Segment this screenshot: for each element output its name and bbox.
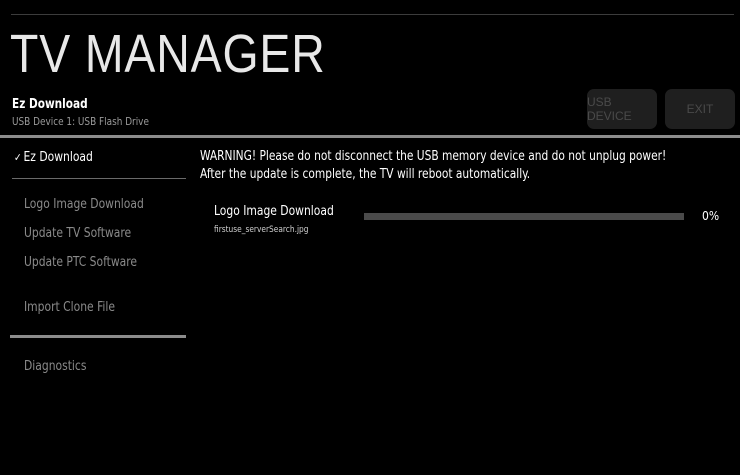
exit-button[interactable]: EXIT <box>665 89 735 129</box>
menu-divider <box>12 178 186 179</box>
menu-item-update-ptc-software[interactable]: Update PTC Software <box>24 255 137 270</box>
download-progress-bar <box>364 213 684 220</box>
menu-divider <box>10 335 186 338</box>
top-divider <box>11 14 734 15</box>
tv-manager-screen: TV MANAGER Ez Download USB Device 1: USB… <box>0 0 740 475</box>
menu-item-import-clone-file[interactable]: Import Clone File <box>24 300 115 315</box>
menu-item-update-tv-software[interactable]: Update TV Software <box>24 226 131 241</box>
menu-item-logo-image-download[interactable]: Logo Image Download <box>24 197 144 212</box>
download-name: Logo Image Download <box>214 204 334 219</box>
header-divider <box>0 135 740 138</box>
page-title: TV MANAGER <box>10 24 326 84</box>
usb-device-button[interactable]: USB DEVICE <box>587 89 657 129</box>
download-file-name: firstuse_serverSearch.jpg <box>214 225 309 235</box>
menu-item-diagnostics[interactable]: Diagnostics <box>24 359 86 374</box>
check-icon: ✓ <box>14 151 22 164</box>
menu-item-label: Ez Download <box>23 150 93 165</box>
section-title: Ez Download <box>12 97 88 112</box>
warning-line: After the update is complete, the TV wil… <box>200 167 531 182</box>
warning-message: WARNING! Please do not disconnect the US… <box>200 148 691 184</box>
menu-item-ez-download[interactable]: ✓ Ez Download <box>14 150 93 165</box>
usb-device-label: USB Device 1: USB Flash Drive <box>12 115 149 128</box>
download-progress-percent: 0% <box>702 209 720 223</box>
warning-line: WARNING! Please do not disconnect the US… <box>200 149 667 164</box>
